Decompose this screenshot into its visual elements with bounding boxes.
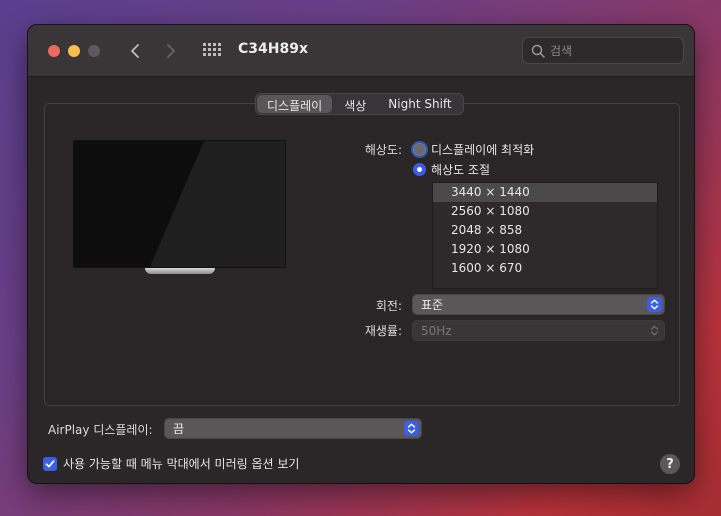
radio-scaled[interactable]: 해상도 조절	[413, 161, 490, 178]
zoom-traffic-light[interactable]	[88, 45, 100, 57]
rotation-value: 표준	[421, 298, 444, 312]
tab-bar: 디스플레이 색상 Night Shift	[255, 93, 464, 115]
resolution-item[interactable]: 3440 × 1440	[433, 183, 657, 202]
refresh-rate-value: 50Hz	[421, 323, 452, 338]
radio-default-label: 디스플레이에 최적화	[431, 143, 535, 157]
rotation-popup[interactable]: 표준	[412, 294, 665, 315]
minimize-traffic-light[interactable]	[68, 45, 80, 57]
radio-default-for-display[interactable]: 디스플레이에 최적화	[413, 141, 534, 158]
up-down-chevron-icon	[647, 323, 662, 338]
resolution-label: 해상도:	[364, 143, 402, 157]
refresh-rate-label: 재생률:	[364, 324, 402, 338]
resolution-item[interactable]: 1600 × 670	[433, 259, 657, 278]
titlebar: C34H89x	[28, 25, 694, 77]
mirroring-checkbox[interactable]	[43, 456, 57, 471]
chevron-left-icon	[131, 44, 139, 58]
rotation-label: 회전:	[375, 299, 402, 313]
forward-button[interactable]	[160, 39, 182, 63]
tab-display[interactable]: 디스플레이	[257, 95, 333, 113]
close-traffic-light[interactable]	[48, 45, 60, 57]
radio-button-unselected[interactable]	[413, 143, 426, 156]
up-down-chevron-icon	[404, 421, 419, 436]
monitor-stand	[145, 268, 215, 274]
tab-night-shift[interactable]: Night Shift	[377, 94, 462, 114]
up-down-chevron-icon	[647, 297, 662, 312]
help-icon: ?	[666, 456, 674, 472]
back-button[interactable]	[124, 39, 146, 63]
search-field[interactable]	[522, 37, 684, 64]
mirroring-label: 사용 가능할 때 메뉴 막대에서 미러링 옵션 보기	[63, 457, 300, 471]
mirroring-option-row[interactable]: 사용 가능할 때 메뉴 막대에서 미러링 옵션 보기	[43, 455, 299, 472]
refresh-rate-popup[interactable]: 50Hz	[412, 320, 665, 341]
window-title: C34H89x	[238, 41, 308, 57]
chevron-right-icon	[167, 44, 175, 58]
airplay-popup[interactable]: 끔	[164, 418, 422, 439]
help-button[interactable]: ?	[660, 454, 680, 474]
radio-scaled-label: 해상도 조절	[431, 163, 491, 177]
grid-icon	[203, 43, 221, 56]
show-all-button[interactable]	[203, 43, 221, 57]
system-preferences-window: C34H89x 디스플레이 색상 Night Shift 해상도: 디스플레이에…	[27, 24, 695, 484]
monitor-preview	[73, 140, 286, 274]
tab-color[interactable]: 색상	[333, 94, 377, 114]
resolution-item[interactable]: 2048 × 858	[433, 221, 657, 240]
checkmark-icon	[45, 459, 55, 467]
screen-reflection	[149, 141, 285, 267]
resolution-item[interactable]: 1920 × 1080	[433, 240, 657, 259]
monitor-screen	[73, 140, 286, 268]
radio-button-selected[interactable]	[413, 163, 426, 176]
airplay-label: AirPlay 디스플레이:	[48, 423, 153, 437]
resolution-list[interactable]: 3440 × 1440 2560 × 1080 2048 × 858 1920 …	[432, 182, 658, 289]
search-icon	[531, 44, 545, 58]
search-input[interactable]	[550, 43, 670, 58]
resolution-item[interactable]: 2560 × 1080	[433, 202, 657, 221]
airplay-value: 끔	[173, 422, 185, 436]
